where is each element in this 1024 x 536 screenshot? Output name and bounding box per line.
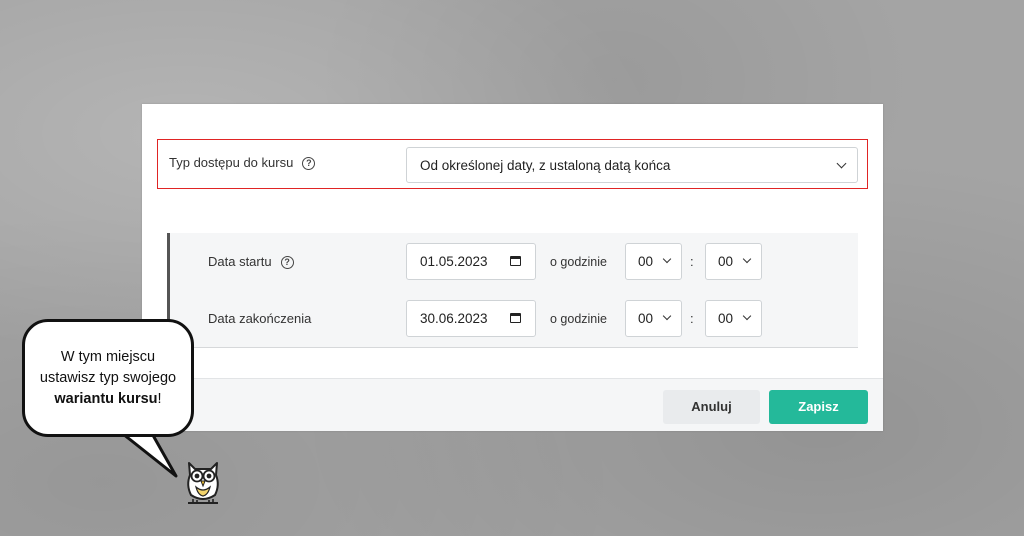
bubble-bold-text: wariantu kursu xyxy=(54,391,158,407)
bubble-line-1: W tym miejscu xyxy=(60,349,156,365)
bubble-suffix: ! xyxy=(157,391,162,407)
bubble-line-3: wariantu kursu! xyxy=(25,389,191,410)
bubble-line-2: ustawisz typ swojego xyxy=(39,370,177,386)
speech-bubble-tail xyxy=(116,428,178,478)
speech-bubble: W tym miejscu ustawisz typ swojego waria… xyxy=(22,319,194,437)
owl-mascot-icon xyxy=(187,462,219,504)
